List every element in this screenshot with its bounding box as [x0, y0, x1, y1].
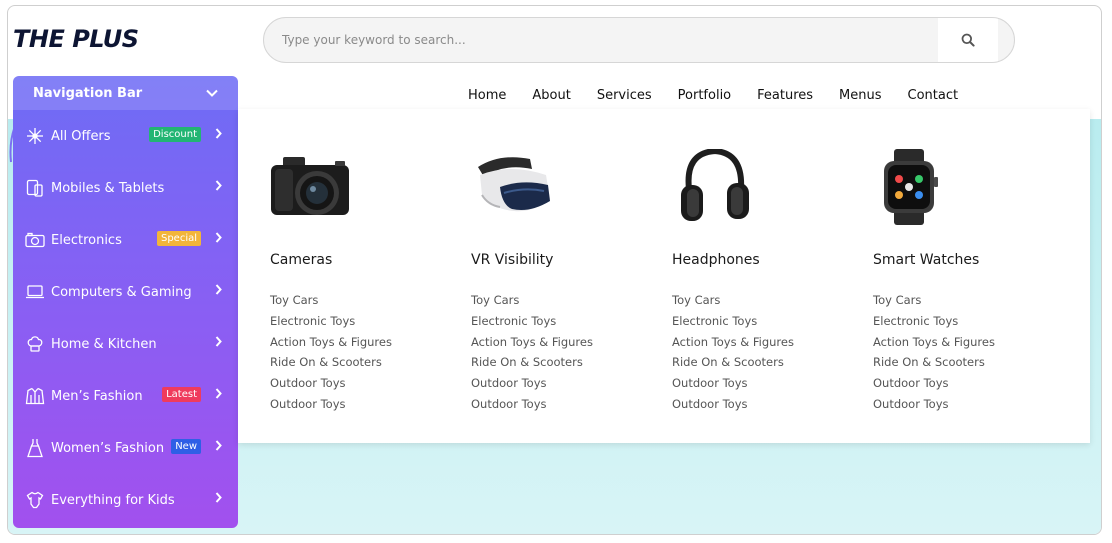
sidebar-item-label: Everything for Kids [51, 492, 175, 508]
mobile-tablet-icon [25, 178, 45, 198]
nav-home[interactable]: Home [455, 88, 519, 104]
menu-link[interactable]: Ride On & Scooters [471, 352, 593, 373]
menu-link[interactable]: Toy Cars [873, 290, 995, 311]
menu-link[interactable]: Toy Cars [471, 290, 593, 311]
link-list: Toy Cars Electronic Toys Action Toys & F… [471, 290, 593, 415]
site-logo[interactable]: THE PLUS [13, 25, 139, 53]
sidebar-item-label: Men’s Fashion [51, 388, 143, 404]
menu-link[interactable]: Outdoor Toys [270, 394, 392, 415]
smartwatch-image[interactable] [872, 149, 962, 225]
menu-link[interactable]: Action Toys & Figures [270, 332, 392, 353]
menu-link[interactable]: Ride On & Scooters [873, 352, 995, 373]
sidebar-header[interactable]: Navigation Bar [13, 76, 238, 110]
laptop-icon [25, 282, 45, 302]
nav-contact[interactable]: Contact [895, 88, 972, 104]
headphones-image[interactable] [671, 149, 761, 225]
menu-link[interactable]: Toy Cars [672, 290, 794, 311]
menu-link[interactable]: Toy Cars [270, 290, 392, 311]
menu-link[interactable]: Electronic Toys [873, 311, 995, 332]
link-list: Toy Cars Electronic Toys Action Toys & F… [672, 290, 794, 415]
chevron-right-icon [215, 128, 222, 139]
column-title[interactable]: Smart Watches [873, 252, 979, 268]
latest-badge: Latest [162, 387, 201, 402]
chevron-right-icon [215, 440, 222, 451]
onesie-icon [25, 490, 45, 510]
menu-link[interactable]: Action Toys & Figures [471, 332, 593, 353]
new-badge: New [171, 439, 201, 454]
sidebar-item-everything-for-kids[interactable]: Everything for Kids [13, 474, 238, 526]
chevron-right-icon [215, 388, 222, 399]
sidebar-item-label: Computers & Gaming [51, 284, 192, 300]
chevron-down-icon [206, 89, 218, 97]
nav-portfolio[interactable]: Portfolio [665, 88, 744, 104]
top-navigation: Home About Services Portfolio Features M… [455, 88, 971, 104]
sidebar-item-label: Home & Kitchen [51, 336, 157, 352]
chevron-right-icon [215, 336, 222, 347]
sidebar-item-mobiles-tablets[interactable]: Mobiles & Tablets [13, 162, 238, 214]
menu-link[interactable]: Outdoor Toys [873, 394, 995, 415]
sidebar-item-label: All Offers [51, 128, 111, 144]
mega-menu-panel: Cameras Toy Cars Electronic Toys Action … [238, 109, 1090, 443]
menu-link[interactable]: Action Toys & Figures [873, 332, 995, 353]
sidebar-item-label: Electronics [51, 232, 122, 248]
menu-link[interactable]: Electronic Toys [270, 311, 392, 332]
search-bar [263, 17, 1015, 63]
discount-badge: Discount [149, 127, 201, 142]
column-title[interactable]: VR Visibility [471, 252, 553, 268]
chef-hat-icon [25, 334, 45, 354]
sidebar-item-womens-fashion[interactable]: Women’s Fashion New [13, 422, 238, 474]
menu-link[interactable]: Outdoor Toys [270, 373, 392, 394]
menu-link[interactable]: Ride On & Scooters [270, 352, 392, 373]
chevron-right-icon [215, 492, 222, 503]
link-list: Toy Cars Electronic Toys Action Toys & F… [270, 290, 392, 415]
sidebar-title: Navigation Bar [33, 85, 143, 101]
sidebar-item-mens-fashion[interactable]: Men’s Fashion Latest [13, 370, 238, 422]
nav-about[interactable]: About [519, 88, 583, 104]
sidebar-item-electronics[interactable]: Electronics Special [13, 214, 238, 266]
menu-link[interactable]: Outdoor Toys [873, 373, 995, 394]
sidebar-item-label: Mobiles & Tablets [51, 180, 165, 196]
menu-link[interactable]: Electronic Toys [672, 311, 794, 332]
jacket-icon [25, 386, 45, 406]
chevron-right-icon [215, 232, 222, 243]
search-icon [961, 33, 975, 47]
menu-link[interactable]: Action Toys & Figures [672, 332, 794, 353]
vr-headset-image[interactable] [470, 149, 560, 225]
nav-menus[interactable]: Menus [826, 88, 894, 104]
menu-link[interactable]: Outdoor Toys [672, 394, 794, 415]
menu-link[interactable]: Electronic Toys [471, 311, 593, 332]
nav-features[interactable]: Features [744, 88, 826, 104]
column-title[interactable]: Headphones [672, 252, 760, 268]
snowflake-icon [25, 126, 45, 146]
nav-services[interactable]: Services [584, 88, 665, 104]
sidebar-item-all-offers[interactable]: All Offers Discount [13, 110, 238, 162]
search-button[interactable] [938, 18, 998, 62]
link-list: Toy Cars Electronic Toys Action Toys & F… [873, 290, 995, 415]
camera-image[interactable] [269, 149, 359, 225]
page-frame: THE PLUS Home About Services Portfolio F… [7, 5, 1102, 535]
menu-link[interactable]: Outdoor Toys [471, 394, 593, 415]
sidebar-item-label: Women’s Fashion [51, 440, 165, 456]
sidebar-item-computers-gaming[interactable]: Computers & Gaming [13, 266, 238, 318]
dress-icon [25, 438, 45, 458]
menu-link[interactable]: Outdoor Toys [471, 373, 593, 394]
sidebar-item-home-kitchen[interactable]: Home & Kitchen [13, 318, 238, 370]
search-input[interactable] [264, 18, 954, 62]
special-badge: Special [156, 231, 201, 246]
menu-link[interactable]: Ride On & Scooters [672, 352, 794, 373]
camera-icon [25, 230, 45, 250]
chevron-right-icon [215, 284, 222, 295]
menu-link[interactable]: Outdoor Toys [672, 373, 794, 394]
category-sidebar: Navigation Bar All Offers Discount Mobil… [13, 76, 238, 528]
chevron-right-icon [215, 180, 222, 191]
column-title[interactable]: Cameras [270, 252, 332, 268]
